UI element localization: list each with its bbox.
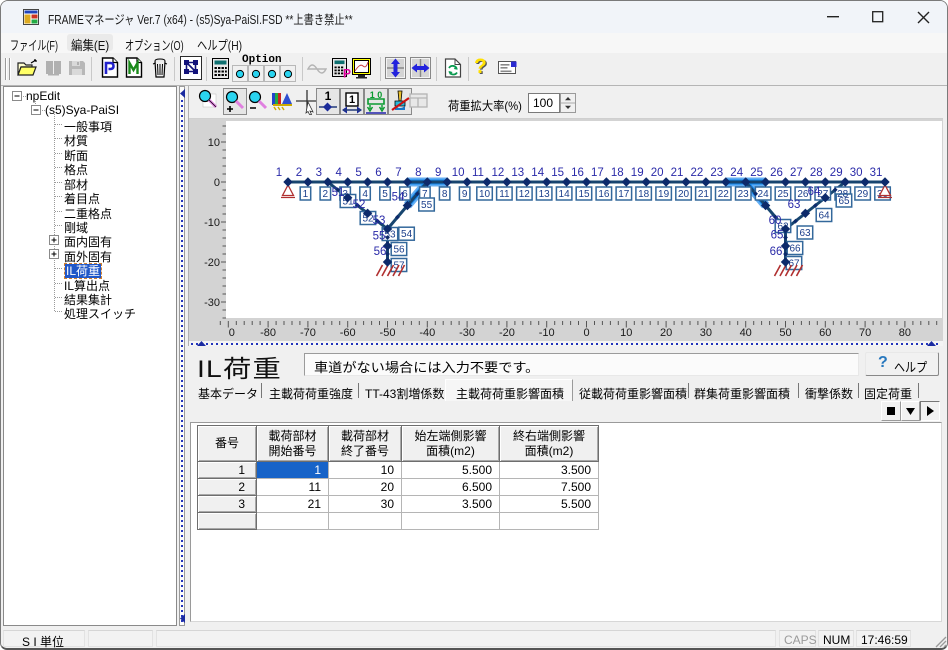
svg-text:7: 7 [422, 189, 428, 200]
svg-text:-10: -10 [204, 217, 220, 229]
svg-text:51: 51 [332, 187, 345, 199]
svg-text:-50: -50 [380, 327, 396, 339]
svg-text:19: 19 [631, 167, 644, 179]
svg-text:0: 0 [583, 327, 589, 339]
svg-text:10: 10 [452, 167, 465, 179]
svg-text:64: 64 [808, 186, 821, 198]
svg-text:9: 9 [435, 167, 441, 179]
svg-text:23: 23 [710, 167, 723, 179]
svg-text:10: 10 [479, 189, 491, 200]
svg-text:66: 66 [770, 246, 783, 258]
svg-text:22: 22 [718, 189, 730, 200]
svg-text:14: 14 [531, 167, 544, 179]
svg-text:13: 13 [511, 167, 524, 179]
svg-text:2: 2 [323, 189, 329, 200]
svg-text:-20: -20 [204, 257, 220, 269]
svg-text:0: 0 [214, 177, 220, 189]
svg-text:20: 20 [678, 189, 690, 200]
svg-text:1: 1 [276, 167, 282, 179]
svg-text:55: 55 [421, 200, 433, 211]
svg-text:60: 60 [819, 327, 831, 339]
svg-text:-40: -40 [419, 327, 435, 339]
svg-text:-60: -60 [340, 327, 356, 339]
svg-text:24: 24 [758, 189, 770, 200]
svg-text:60: 60 [769, 215, 782, 227]
svg-text:1: 1 [349, 94, 355, 106]
svg-text:12: 12 [519, 189, 531, 200]
svg-text:65: 65 [771, 230, 784, 242]
svg-text:23: 23 [738, 189, 750, 200]
svg-text:4: 4 [335, 167, 342, 179]
svg-text:63: 63 [788, 199, 801, 211]
svg-text:-80: -80 [260, 327, 276, 339]
svg-text:50: 50 [779, 327, 791, 339]
svg-text:18: 18 [638, 189, 650, 200]
svg-text:26: 26 [770, 167, 783, 179]
svg-text:12: 12 [492, 167, 505, 179]
svg-text:17: 17 [618, 189, 630, 200]
svg-text:-20: -20 [499, 327, 515, 339]
svg-text:7: 7 [395, 167, 401, 179]
svg-text:29: 29 [857, 189, 869, 200]
svg-text:30: 30 [850, 167, 863, 179]
svg-text:56: 56 [393, 245, 405, 256]
svg-text:5: 5 [355, 167, 361, 179]
svg-text:5: 5 [382, 189, 388, 200]
svg-text:56: 56 [374, 246, 387, 258]
svg-text:21: 21 [698, 189, 710, 200]
svg-text:27: 27 [790, 167, 803, 179]
svg-text:9: 9 [462, 189, 468, 200]
svg-text:24: 24 [730, 167, 743, 179]
svg-text:3: 3 [316, 167, 322, 179]
svg-text:54: 54 [401, 229, 413, 240]
svg-text:28: 28 [810, 167, 823, 179]
svg-text:14: 14 [559, 189, 571, 200]
svg-text:1: 1 [325, 89, 332, 103]
svg-text:63: 63 [799, 228, 811, 239]
svg-text:16: 16 [598, 189, 610, 200]
svg-text:80: 80 [899, 327, 911, 339]
svg-text:65: 65 [838, 196, 850, 207]
svg-text:6: 6 [375, 167, 381, 179]
svg-text:20: 20 [651, 167, 664, 179]
svg-text:54: 54 [392, 192, 405, 204]
svg-text:0: 0 [229, 327, 235, 339]
svg-text:-30: -30 [459, 327, 475, 339]
svg-text:20: 20 [660, 327, 672, 339]
svg-text:70: 70 [859, 327, 871, 339]
svg-text:19: 19 [658, 189, 670, 200]
svg-text:15: 15 [551, 167, 564, 179]
svg-text:40: 40 [740, 327, 752, 339]
svg-text:29: 29 [830, 167, 843, 179]
svg-text:15: 15 [578, 189, 590, 200]
svg-text:2: 2 [296, 167, 302, 179]
svg-text:25: 25 [750, 167, 763, 179]
svg-text:66: 66 [789, 244, 801, 255]
svg-text:8: 8 [442, 189, 448, 200]
svg-text:11: 11 [472, 167, 484, 179]
svg-text:-10: -10 [539, 327, 555, 339]
svg-text:30: 30 [700, 327, 712, 339]
svg-text:55: 55 [373, 231, 386, 243]
svg-text:10: 10 [620, 327, 632, 339]
svg-text:-70: -70 [300, 327, 316, 339]
svg-text:64: 64 [818, 211, 830, 222]
svg-text:P: P [343, 67, 351, 80]
svg-text:-30: -30 [204, 297, 220, 309]
svg-text:18: 18 [611, 167, 624, 179]
svg-text:13: 13 [539, 189, 551, 200]
svg-text:1: 1 [303, 189, 309, 200]
svg-text:22: 22 [691, 167, 704, 179]
svg-text:21: 21 [671, 167, 684, 179]
svg-text:31: 31 [870, 167, 883, 179]
svg-text:10: 10 [208, 137, 220, 149]
svg-text:17: 17 [591, 167, 604, 179]
svg-text:53: 53 [373, 215, 386, 227]
svg-text:11: 11 [499, 189, 510, 200]
svg-text:16: 16 [571, 167, 584, 179]
svg-text:52: 52 [353, 199, 366, 211]
svg-text:8: 8 [415, 167, 421, 179]
